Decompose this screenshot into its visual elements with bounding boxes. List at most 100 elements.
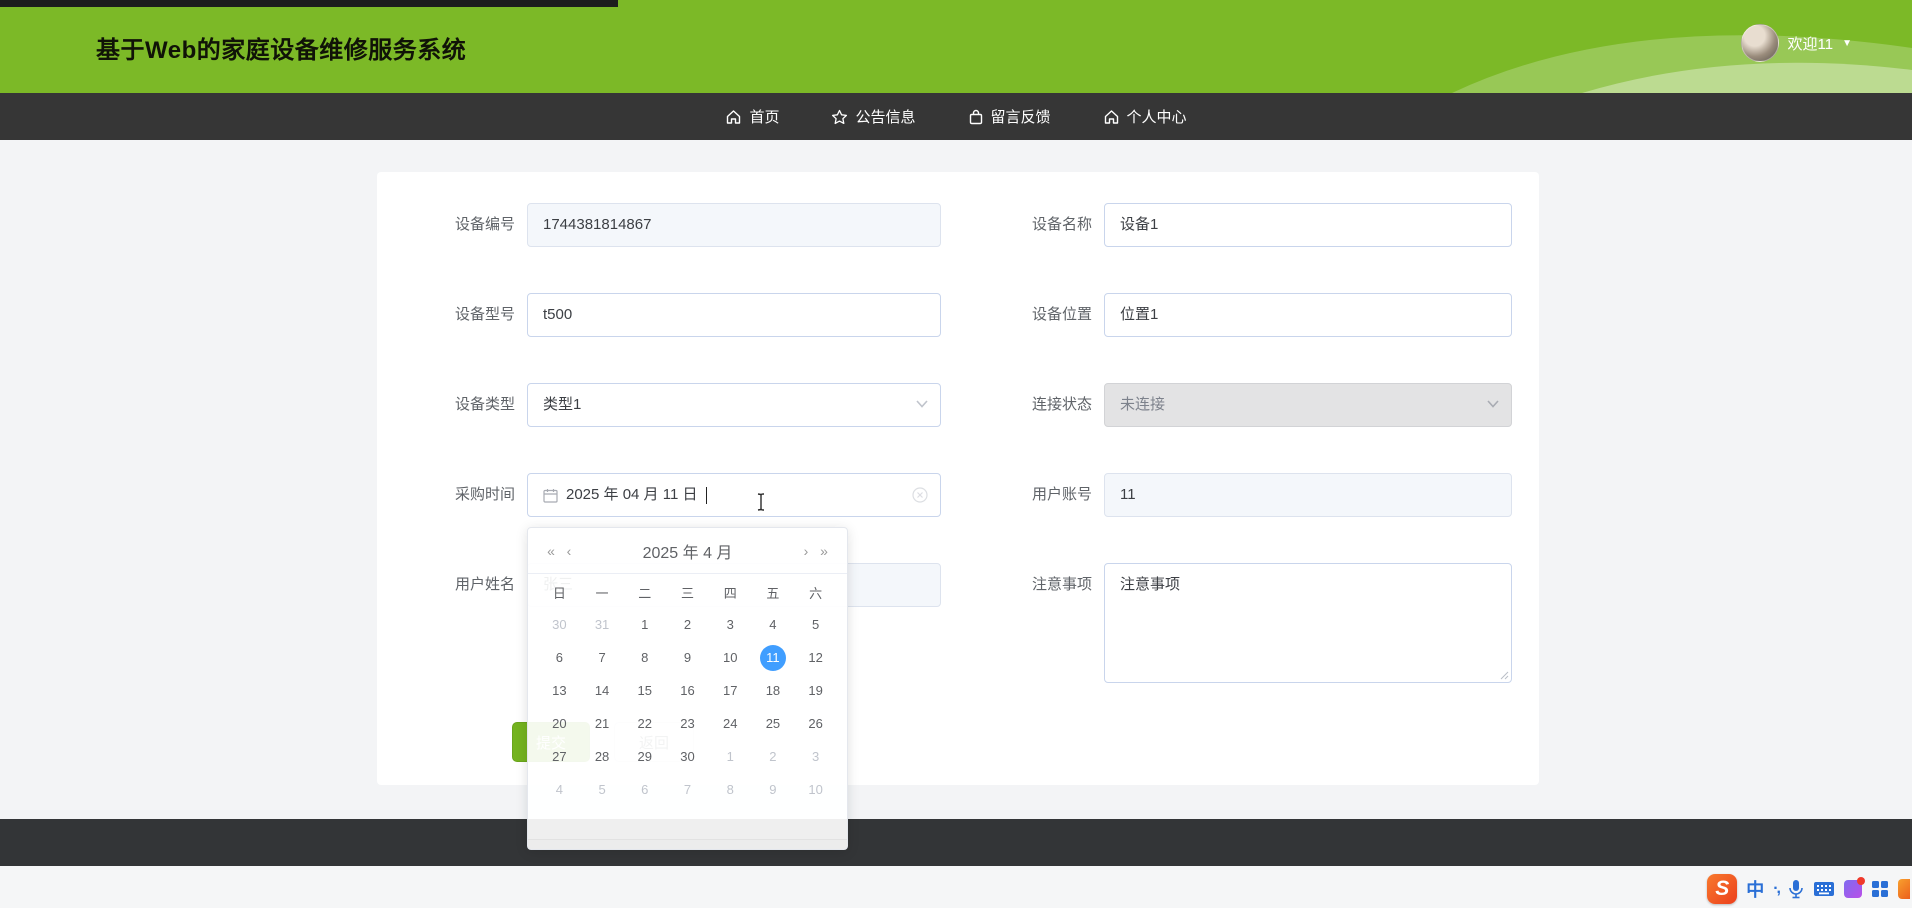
punctuation-icon[interactable]: ·,	[1773, 880, 1779, 898]
calendar-day[interactable]: 30	[666, 740, 709, 773]
calendar-day[interactable]: 7	[666, 773, 709, 806]
next-year-button[interactable]: »	[815, 543, 833, 559]
calendar-day[interactable]: 9	[752, 773, 795, 806]
device-no-input[interactable]: 1744381814867	[527, 203, 941, 247]
device-name-input[interactable]: 设备1	[1104, 203, 1512, 247]
keyboard-icon[interactable]	[1813, 881, 1835, 897]
clear-icon[interactable]	[912, 487, 928, 503]
notes-value: 注意事项	[1120, 576, 1180, 593]
device-location-input[interactable]: 位置1	[1104, 293, 1512, 337]
user-account-input[interactable]: 11	[1104, 473, 1512, 517]
nav-item-1[interactable]: 公告信息	[831, 106, 915, 127]
calendar-day[interactable]: 3	[794, 740, 837, 773]
prev-year-button[interactable]: «	[542, 543, 560, 559]
calendar-day[interactable]: 26	[794, 707, 837, 740]
calendar-day[interactable]: 2	[752, 740, 795, 773]
label-conn-status: 连接状态	[982, 383, 1092, 427]
purchase-time-date-input[interactable]: 2025 年 04 月 11 日	[527, 473, 941, 517]
label-device-name: 设备名称	[982, 203, 1092, 247]
calendar-day[interactable]: 10	[709, 641, 752, 674]
device-type-select[interactable]: 类型1	[527, 383, 941, 427]
calendar-day[interactable]: 6	[623, 773, 666, 806]
calendar-day[interactable]: 31	[581, 608, 624, 641]
weekday-label: 四	[709, 583, 752, 602]
nav-item-label: 留言反馈	[991, 106, 1051, 127]
calendar-day[interactable]: 20	[538, 707, 581, 740]
calendar-day[interactable]: 24	[709, 707, 752, 740]
calendar-day[interactable]: 8	[623, 641, 666, 674]
calendar-day[interactable]: 1	[623, 608, 666, 641]
device-type-value: 类型1	[543, 396, 581, 413]
calendar-day[interactable]: 7	[581, 641, 624, 674]
skin-icon[interactable]	[1844, 880, 1862, 898]
avatar[interactable]	[1741, 24, 1779, 62]
ibeam-cursor	[755, 492, 767, 512]
bottom-area: S 中 ·,	[0, 866, 1912, 908]
weekday-label: 二	[623, 583, 666, 602]
calendar-day[interactable]: 23	[666, 707, 709, 740]
app-header: 基于Web的家庭设备维修服务系统 欢迎11 ▼	[0, 0, 1912, 93]
calendar-day[interactable]: 2	[666, 608, 709, 641]
resize-handle[interactable]	[1499, 670, 1509, 680]
calendar-day[interactable]: 18	[752, 674, 795, 707]
nav-item-label: 首页	[749, 106, 779, 127]
calendar-day[interactable]: 25	[752, 707, 795, 740]
calendar-day[interactable]: 12	[794, 641, 837, 674]
calendar-day[interactable]: 3	[709, 608, 752, 641]
calendar-day[interactable]: 10	[794, 773, 837, 806]
weekday-label: 五	[752, 583, 795, 602]
calendar-day[interactable]: 22	[623, 707, 666, 740]
calendar-title[interactable]: 2025 年 4 月	[578, 539, 797, 563]
nav-item-3[interactable]: 个人中心	[1103, 106, 1187, 127]
calendar-day[interactable]: 27	[538, 740, 581, 773]
notes-textarea[interactable]: 注意事项	[1104, 563, 1512, 683]
main-nav: 首页 公告信息 留言反馈 个人中心	[0, 93, 1912, 140]
toolbox-icon[interactable]	[1871, 880, 1889, 898]
conn-status-select: 未连接	[1104, 383, 1512, 427]
calendar-day[interactable]: 14	[581, 674, 624, 707]
calendar-day[interactable]: 5	[581, 773, 624, 806]
calendar-day[interactable]: 6	[538, 641, 581, 674]
calendar-day[interactable]: 5	[794, 608, 837, 641]
home-icon	[1103, 109, 1120, 125]
label-device-model: 设备型号	[405, 293, 515, 337]
device-model-input[interactable]: t500	[527, 293, 941, 337]
label-device-type: 设备类型	[405, 383, 515, 427]
label-user-name: 用户姓名	[405, 563, 515, 607]
label-notes: 注意事项	[982, 563, 1092, 607]
calendar-day[interactable]: 15	[623, 674, 666, 707]
prev-month-button[interactable]: ‹	[560, 543, 578, 559]
chevron-down-icon[interactable]: ▼	[1842, 38, 1852, 49]
calendar-day-selected[interactable]: 11	[752, 641, 795, 674]
microphone-icon[interactable]	[1788, 879, 1804, 899]
calendar-day[interactable]: 9	[666, 641, 709, 674]
user-menu[interactable]: 欢迎11 ▼	[1741, 24, 1852, 62]
calendar-day[interactable]: 30	[538, 608, 581, 641]
calendar-day[interactable]: 19	[794, 674, 837, 707]
calendar-day[interactable]: 28	[581, 740, 624, 773]
welcome-text: 欢迎11	[1788, 33, 1834, 54]
weekday-label: 日	[538, 583, 581, 602]
chinese-mode-icon[interactable]: 中	[1746, 876, 1764, 902]
calendar-day[interactable]: 8	[709, 773, 752, 806]
calendar-day[interactable]: 4	[752, 608, 795, 641]
calendar-day[interactable]: 1	[709, 740, 752, 773]
nav-item-0[interactable]: 首页	[725, 106, 779, 127]
weekday-label: 三	[666, 583, 709, 602]
weekday-label: 六	[794, 583, 837, 602]
next-month-button[interactable]: ›	[797, 543, 815, 559]
nav-item-2[interactable]: 留言反馈	[968, 106, 1051, 127]
calendar-day[interactable]: 29	[623, 740, 666, 773]
calendar-icon	[543, 488, 558, 503]
sogou-logo-icon[interactable]: S	[1707, 874, 1737, 904]
calendar-day[interactable]: 21	[581, 707, 624, 740]
calendar-day[interactable]: 16	[666, 674, 709, 707]
clipped-icon[interactable]	[1898, 879, 1910, 899]
calendar-day[interactable]: 13	[538, 674, 581, 707]
calendar-day[interactable]: 4	[538, 773, 581, 806]
chevron-down-icon	[1487, 400, 1499, 408]
calendar-day[interactable]: 17	[709, 674, 752, 707]
calendar-grid: 3031123456789101112131415161718192021222…	[528, 606, 847, 808]
page-title: 基于Web的家庭设备维修服务系统	[96, 30, 466, 65]
label-purchase-time: 采购时间	[405, 473, 515, 517]
